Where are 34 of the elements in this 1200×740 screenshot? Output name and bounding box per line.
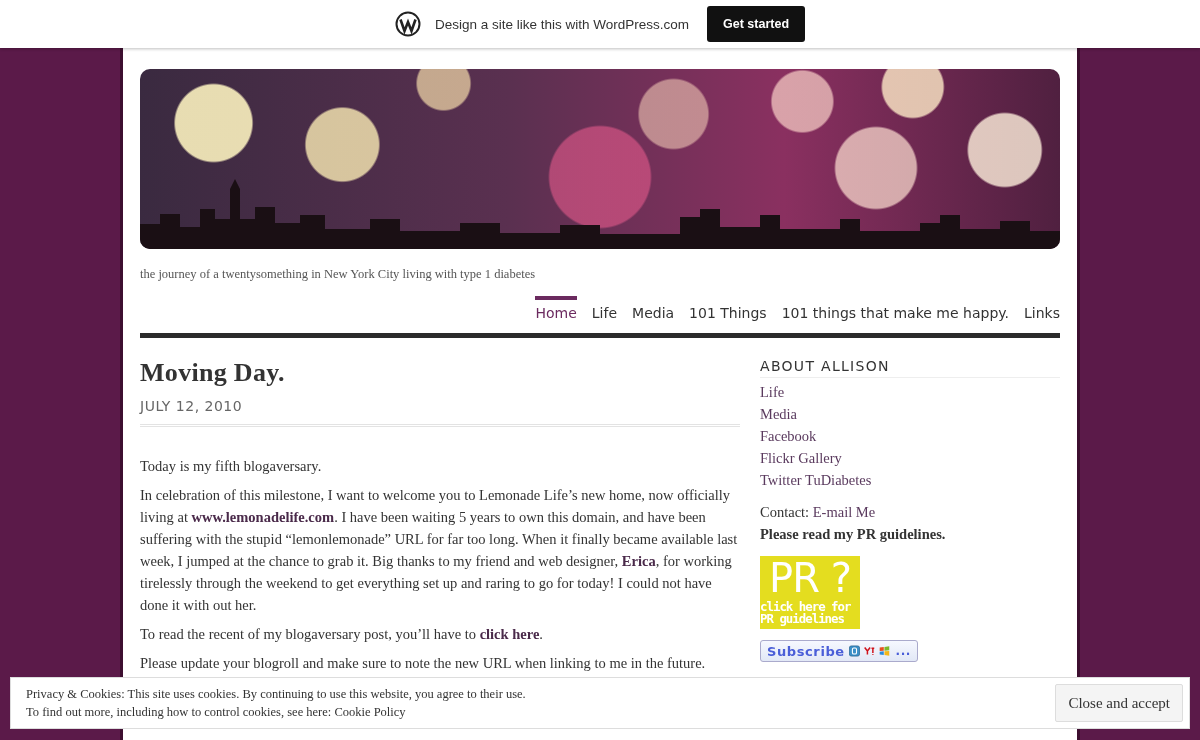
widget-heading: ABOUT ALLISON (760, 358, 1060, 378)
sidebar-link[interactable]: Flickr Gallery (760, 447, 842, 469)
pr-note: Please read my PR guidelines. (760, 525, 947, 544)
cookie-policy-link[interactable]: Cookie Policy (334, 705, 406, 719)
wordpress-logo-icon (394, 11, 421, 37)
nav-link[interactable]: Links (1024, 296, 1060, 333)
sidebar-link[interactable]: Twitter TuDiabetes (760, 469, 872, 491)
square-logo-icon (848, 643, 860, 659)
sidebar-link[interactable]: Media (760, 403, 798, 425)
post-paragraph: To read the recent of my blogaversary post, you’ll have to click here. (140, 625, 544, 644)
post-paragraph: Today is my fifth blogaversary. (140, 457, 323, 476)
site-tagline: the journey of a twentysomething in New York City living with type 1 diabetes (140, 267, 537, 282)
sidebar-link[interactable]: Life (760, 381, 785, 403)
post-date: JULY 12, 2010 (140, 398, 740, 427)
sidebar-link[interactable]: Facebook (760, 425, 817, 447)
nav-link[interactable]: 101 Things (689, 296, 767, 333)
text-link[interactable]: Erica (621, 553, 656, 569)
post-paragraph: Please update your blogroll and make sure to note the new URL when linking to me in the future. (140, 654, 707, 673)
contact-line: Contact: E-mail Me (760, 503, 877, 522)
get-started-button[interactable]: Get started (707, 6, 806, 42)
nav-link[interactable]: Life (591, 296, 618, 333)
post-paragraph: In celebration of this milestone, I want to welcome you to Lemonade Life’s new home, now officially living at www.lemonadelife.com. I have been waiting 5 years to own this domain, and have been suffering with the stupid “lemonlemonade” URL for far too long. When it finally became available last week, I jumped at the chance to grab it. Big thanks to my friend and web designer, Erica, for working tirelessly through the weekend to get everything set up and raring to go for today! I could not have done it with out her. (140, 486, 739, 615)
close-and-accept-button[interactable]: Close and accept (1055, 684, 1183, 722)
cookie-notice-text: To find out more, including how to control cookies, see here: Cookie Policy (26, 704, 407, 721)
nav-link[interactable]: Home (535, 296, 577, 333)
cookie-notice-text: Privacy & Cookies: This site uses cookies. By continuing to use this website, you agree to their use. (26, 686, 526, 703)
nav-link[interactable]: 101 things that make me happy. (781, 296, 1010, 333)
promo-text: Design a site like this with WordPress.com (434, 16, 690, 32)
nav-link[interactable]: Media (632, 296, 675, 333)
exclaim-logo-icon (863, 645, 875, 657)
post-title: Moving Day. (140, 358, 286, 388)
subscribe-button[interactable]: Subscribe ... (760, 640, 918, 662)
flag-logo-icon (878, 643, 890, 659)
email-link[interactable]: E-mail Me (812, 504, 876, 520)
